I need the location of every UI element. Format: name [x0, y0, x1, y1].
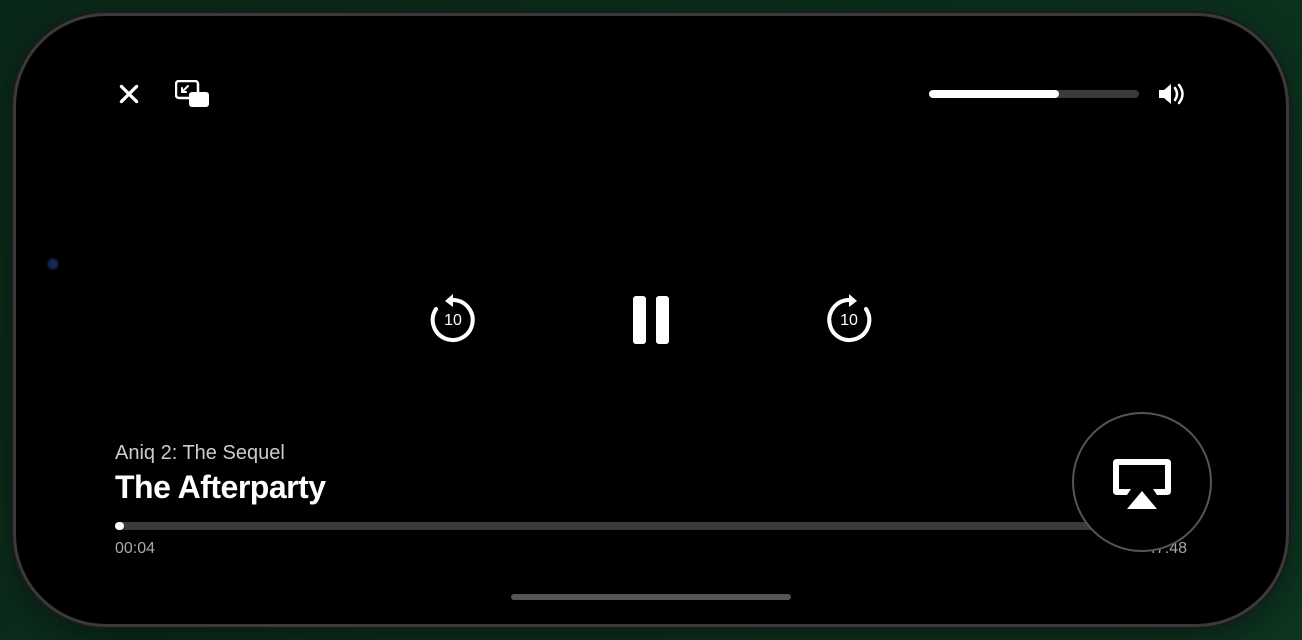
show-title: The Afterparty [115, 469, 1187, 506]
airplay-button-highlighted[interactable] [1072, 412, 1212, 552]
pause-button[interactable] [621, 290, 681, 350]
airplay-icon [1111, 455, 1173, 509]
skip-back-button[interactable]: 10 [425, 292, 481, 348]
top-controls-bar [115, 80, 1187, 108]
playback-progress-slider[interactable] [115, 522, 1187, 530]
pause-icon [631, 296, 671, 344]
elapsed-time: 00:04 [115, 540, 155, 558]
front-camera [47, 258, 59, 270]
volume-high-icon [1157, 82, 1187, 106]
phone-device-frame: 10 10 Aniq 2: The Sequel The Afterparty [16, 16, 1286, 624]
skip-forward-button[interactable]: 10 [821, 292, 877, 348]
skip-back-seconds: 10 [444, 312, 462, 330]
picture-in-picture-button[interactable] [175, 80, 211, 108]
time-labels: 00:04 -47:48 [115, 540, 1187, 558]
progress-fill [115, 522, 124, 530]
center-playback-controls: 10 10 [425, 290, 877, 350]
bottom-info-section: Aniq 2: The Sequel The Afterparty 00:04 … [115, 442, 1187, 558]
top-left-controls [115, 80, 211, 108]
phone-screen: 10 10 Aniq 2: The Sequel The Afterparty [30, 30, 1272, 610]
volume-button[interactable] [1157, 82, 1187, 106]
title-section: Aniq 2: The Sequel The Afterparty [115, 442, 1187, 506]
top-right-controls [929, 82, 1187, 106]
dynamic-island [40, 265, 72, 375]
picture-in-picture-icon [175, 80, 211, 108]
volume-fill [929, 90, 1059, 98]
skip-forward-seconds: 10 [840, 312, 858, 330]
close-icon [116, 81, 142, 107]
home-indicator[interactable] [511, 594, 791, 600]
episode-name: Aniq 2: The Sequel [115, 442, 1187, 465]
volume-slider[interactable] [929, 90, 1139, 98]
close-button[interactable] [115, 80, 143, 108]
